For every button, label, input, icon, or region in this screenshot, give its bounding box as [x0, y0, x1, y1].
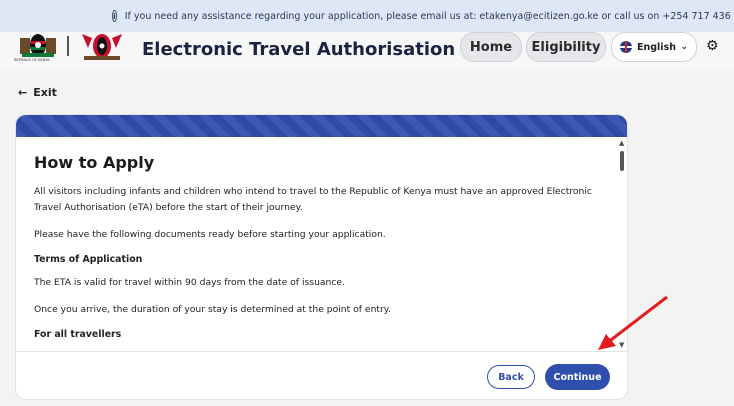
terms-heading: Terms of Application	[34, 254, 143, 265]
exit-link[interactable]: ← Exit	[18, 86, 57, 99]
content-scrollbar[interactable]: ▲ ▼	[618, 137, 627, 351]
intro-paragraph: All visitors including infants and child…	[34, 186, 592, 213]
travellers-heading: For all travellers	[34, 329, 122, 340]
scroll-up-icon[interactable]: ▲	[619, 139, 624, 147]
stay-paragraph: Once you arrive, the duration of your st…	[34, 304, 391, 315]
site-header: REPUBLIC OF KENYA Electronic Travel Auth…	[0, 32, 734, 70]
banner-text: If you need any assistance regarding you…	[124, 10, 734, 22]
scroll-thumb[interactable]	[620, 151, 624, 171]
language-label: English	[637, 41, 676, 53]
exit-label: Exit	[33, 86, 57, 99]
nav-eligibility-button[interactable]: Eligibility	[526, 32, 606, 62]
uk-flag-icon	[620, 41, 632, 53]
documents-paragraph: Please have the following documents read…	[34, 229, 386, 240]
page-title: Electronic Travel Authorisation (eTA)	[142, 39, 515, 60]
arrow-left-icon: ←	[18, 86, 28, 99]
coat-of-arms-logo[interactable]: REPUBLIC OF KENYA	[14, 32, 60, 64]
info-icon: i	[112, 10, 117, 22]
logo-caption: REPUBLIC OF KENYA	[14, 58, 50, 62]
logo-divider	[67, 36, 69, 56]
continue-button[interactable]: Continue	[545, 364, 610, 390]
section-heading: How to Apply	[34, 153, 155, 172]
card-footer-divider	[16, 351, 627, 352]
ecitizen-logo[interactable]	[78, 32, 126, 62]
validity-paragraph: The ETA is valid for travel within 90 da…	[34, 277, 345, 288]
how-to-apply-card: How to Apply All visitors including infa…	[16, 115, 627, 399]
back-button[interactable]: Back	[487, 365, 535, 389]
nav-home-button[interactable]: Home	[460, 32, 522, 62]
gear-icon[interactable]: ⚙	[706, 38, 719, 54]
card-header-band	[16, 115, 627, 137]
assistance-banner: i If you need any assistance regarding y…	[0, 0, 734, 32]
card-content: How to Apply All visitors including infa…	[34, 153, 604, 350]
scroll-down-icon[interactable]: ▼	[619, 341, 624, 349]
language-selector[interactable]: English ⌄	[611, 32, 697, 62]
chevron-down-icon: ⌄	[680, 42, 688, 52]
